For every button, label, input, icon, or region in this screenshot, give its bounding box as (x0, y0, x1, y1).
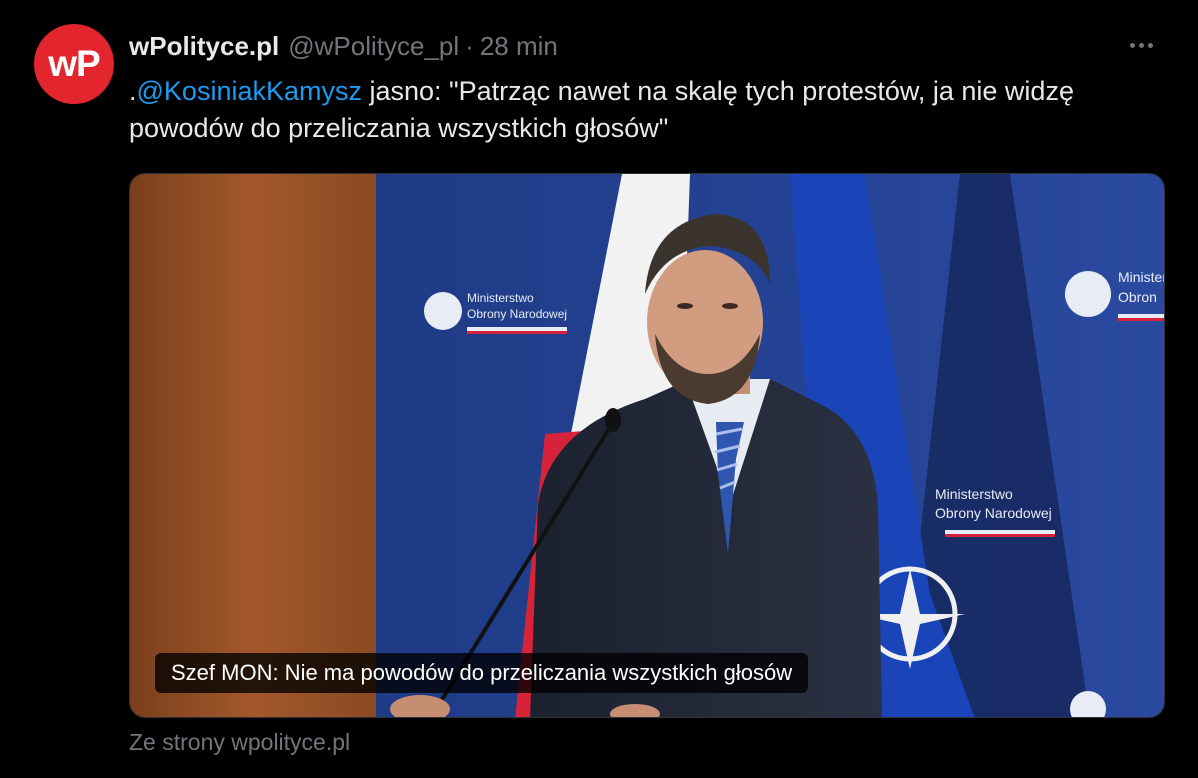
link-source[interactable]: Ze strony wpolityce.pl (129, 729, 350, 756)
tweet[interactable]: wP wPolityce.pl @wPolityce_pl · 28 min .… (0, 0, 1198, 778)
tweet-header: wPolityce.pl @wPolityce_pl · 28 min (129, 31, 558, 61)
backdrop-text-mid-1: Ministerstwo (935, 486, 1013, 502)
backdrop-text-left-2: Obrony Narodowej (467, 307, 567, 321)
timestamp[interactable]: 28 min (480, 31, 558, 61)
mention-link[interactable]: @KosiniakKamysz (137, 76, 362, 106)
display-name[interactable]: wPolityce.pl (129, 31, 279, 61)
user-handle[interactable]: @wPolityce_pl (288, 31, 459, 61)
press-conference-photo: Ministerstwo Obrony Narodowej Minister O… (130, 174, 1165, 717)
avatar-logo: wP (48, 43, 100, 84)
backdrop-text-left-1: Ministerstwo (467, 291, 534, 305)
tweet-text: .@KosiniakKamysz jasno: "Patrząc nawet n… (129, 73, 1149, 147)
backdrop-text-right-2: Obron (1118, 289, 1157, 305)
link-card-image[interactable]: Ministerstwo Obrony Narodowej Minister O… (129, 173, 1165, 718)
backdrop-text-mid-2: Obrony Narodowej (935, 505, 1052, 521)
backdrop-text-right-1: Minister (1118, 269, 1165, 285)
avatar[interactable]: wP (34, 24, 114, 104)
more-options-icon[interactable] (1130, 43, 1153, 48)
text-prefix: . (129, 76, 137, 106)
separator-dot: · (465, 31, 474, 61)
card-caption: Szef MON: Nie ma powodów do przeliczania… (155, 653, 809, 693)
